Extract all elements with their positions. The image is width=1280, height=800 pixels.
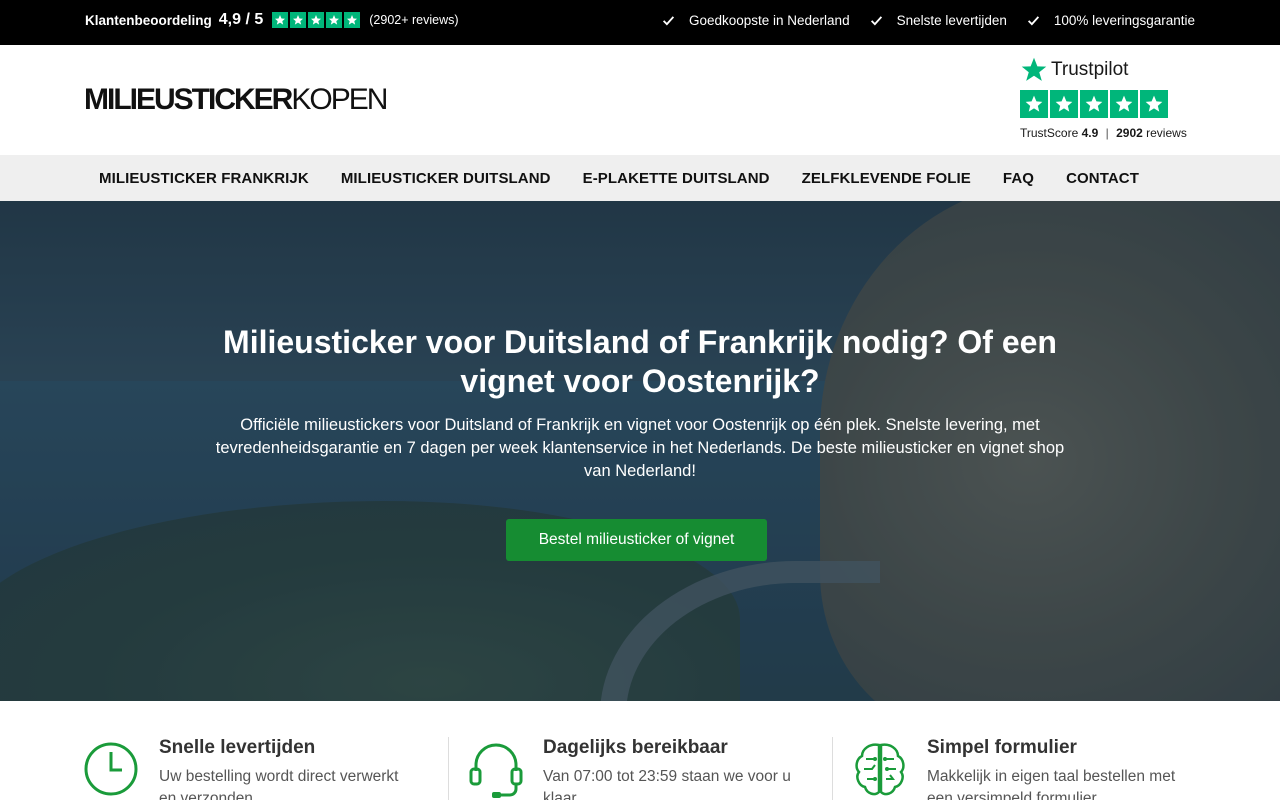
feature-title: Dagelijks bereikbaar [543, 737, 728, 758]
star-icon [344, 12, 361, 28]
divider [832, 737, 833, 800]
checkmark-icon [1027, 16, 1039, 26]
rating-score: 4,9 / 5 [218, 11, 264, 28]
feature-title: Snelle levertijden [159, 737, 316, 758]
star-icon [1080, 90, 1108, 118]
site-logo[interactable]: MILIEUSTICKERKOPEN [84, 83, 388, 117]
divider [448, 737, 449, 800]
hero-section: Milieusticker voor Duitsland of Frankrij… [0, 201, 1280, 701]
usp-item: Goedkoopste in Nederland [662, 13, 850, 28]
nav-zelfklevende-folie[interactable]: ZELFKLEVENDE FOLIE [802, 170, 971, 187]
feature-desc: Makkelijk in eigen taal bestellen met ee… [927, 768, 1176, 800]
hero-text: Officiële milieustickers voor Duitsland … [215, 416, 1065, 480]
features-section: Snelle levertijden Uw bestelling wordt d… [0, 701, 1280, 800]
nav-e-plakette-duitsland[interactable]: E-PLAKETTE DUITSLAND [583, 170, 770, 187]
clock-icon [84, 742, 138, 796]
star-icon [272, 12, 289, 28]
main-nav: MILIEUSTICKER FRANKRIJK MILIEUSTICKER DU… [0, 155, 1280, 201]
star-icon [1020, 90, 1048, 118]
trustpilot-review-count: 2902 [1116, 126, 1143, 140]
feature-desc: Van 07:00 tot 23:59 staan we voor u klaa… [543, 768, 791, 800]
star-icon [326, 12, 343, 28]
nav-faq[interactable]: FAQ [1003, 170, 1034, 187]
usp-list: Goedkoopste in Nederland Snelste leverti… [662, 13, 1195, 28]
review-count: (2902+ reviews) [369, 13, 459, 27]
trustpilot-name: Trustpilot [1051, 59, 1129, 80]
star-icon [1050, 90, 1078, 118]
checkmark-icon [870, 16, 882, 26]
rating-label: Klantenbeoordeling [85, 12, 212, 28]
trustpilot-brand: Trustpilot [1020, 56, 1200, 84]
usp-item: 100% leveringsgarantie [1027, 13, 1195, 28]
star-icon [1110, 90, 1138, 118]
nav-milieusticker-frankrijk[interactable]: MILIEUSTICKER FRANKRIJK [99, 170, 309, 187]
separator: | [1105, 126, 1109, 140]
nav-milieusticker-duitsland[interactable]: MILIEUSTICKER DUITSLAND [341, 170, 551, 187]
order-button[interactable]: Bestel milieusticker of vignet [506, 519, 767, 561]
usp-label: 100% leveringsgarantie [1053, 13, 1195, 28]
rating-stars [272, 12, 361, 28]
usp-label: Goedkoopste in Nederland [688, 13, 850, 28]
customer-rating[interactable]: Klantenbeoordeling 4,9 / 5 (2902+ review… [85, 11, 459, 29]
reviews-label: reviews [1146, 126, 1187, 140]
trustscore-label: TrustScore [1020, 126, 1079, 140]
top-bar: Klantenbeoordeling 4,9 / 5 (2902+ review… [0, 0, 1280, 45]
headset-icon [469, 743, 523, 798]
site-header: MILIEUSTICKERKOPEN Trustpilot TrustScore… [0, 45, 1280, 155]
trustscore-line: TrustScore 4.9 | 2902 reviews [1020, 126, 1200, 140]
feature-desc: Uw bestelling wordt direct verwerkt en v… [159, 768, 399, 800]
trustpilot-star-icon [1021, 57, 1047, 81]
logo-bold: MILIEUSTICKER [84, 83, 293, 116]
feature-title: Simpel formulier [927, 737, 1077, 758]
trustpilot-stars [1020, 90, 1200, 118]
trustscore-value: 4.9 [1081, 126, 1099, 140]
trustpilot-widget[interactable]: Trustpilot TrustScore 4.9 | 2902 reviews [1020, 56, 1200, 140]
star-icon [1140, 90, 1168, 118]
star-icon [308, 12, 325, 28]
logo-light: KOPEN [291, 83, 388, 116]
star-icon [290, 12, 307, 28]
nav-contact[interactable]: CONTACT [1066, 170, 1139, 187]
brain-icon [855, 743, 905, 796]
hero-title: Milieusticker voor Duitsland of Frankrij… [223, 324, 1057, 399]
checkmark-icon [662, 16, 675, 26]
usp-item: Snelste levertijden [870, 13, 1007, 28]
usp-label: Snelste levertijden [896, 13, 1007, 28]
